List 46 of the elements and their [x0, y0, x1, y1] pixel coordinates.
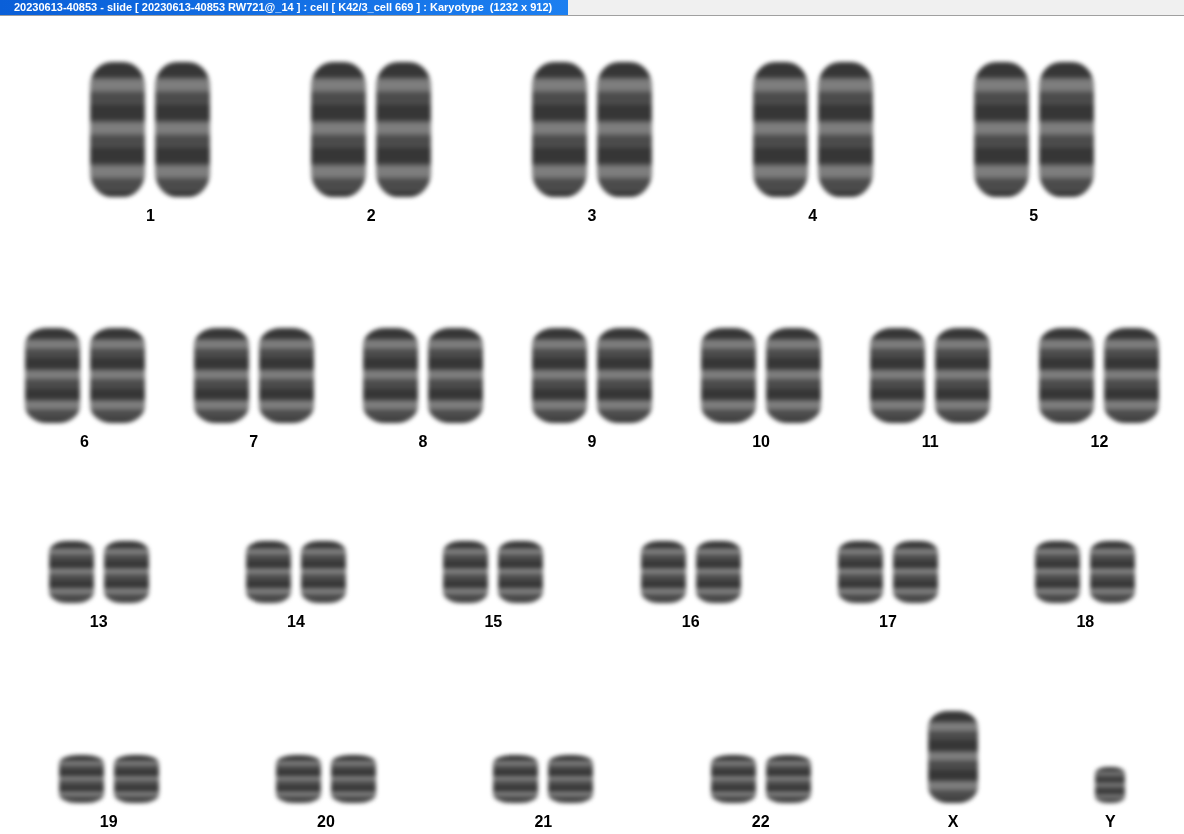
- chromosome-number: 2: [366, 207, 376, 225]
- chromosome-photo: [246, 541, 291, 603]
- chromosome-number: 5: [1029, 207, 1039, 225]
- chromosome-photo: [443, 541, 489, 603]
- chromosome-photo: [1090, 541, 1136, 603]
- chromosome-photo: [548, 755, 594, 803]
- chromosome-photo: [765, 755, 811, 803]
- chromosome-number: 21: [534, 813, 553, 831]
- chromosome-number: 18: [1076, 613, 1095, 631]
- chromosome-photo: [710, 755, 756, 803]
- chromosome-number: 1: [145, 207, 155, 225]
- chromosome-photo: [493, 755, 539, 803]
- chromosome-number: 11: [921, 433, 939, 451]
- chromosome-number: 15: [484, 613, 503, 631]
- chromosome-photo: [892, 541, 938, 603]
- chromosome-photo: [103, 541, 149, 603]
- chromosome-photo: [837, 541, 883, 603]
- chromosome-number: 8: [418, 433, 428, 451]
- chromosome-photo: [58, 755, 104, 803]
- chromosome-number: Y: [1104, 813, 1116, 831]
- chromosome-number: 10: [752, 433, 770, 451]
- chromosome-number: 13: [89, 613, 108, 631]
- chromosome-number: 16: [681, 613, 700, 631]
- chromosome-number: 4: [808, 207, 818, 225]
- window-title: 20230613-40853 - slide [ 20230613-40853 RW721@_14 ] : cell [ K42/3_cell 669 ] : Karyotype (1232 x 912): [0, 0, 569, 15]
- chromosome-number: 17: [879, 613, 897, 631]
- chromosome-photo: [301, 541, 346, 603]
- chromosome-number: 19: [99, 813, 118, 831]
- chromosome-photo: [640, 541, 686, 603]
- chromosome-photo: [48, 541, 94, 603]
- chromosome-number: 7: [249, 433, 259, 451]
- chromosome-photo: [276, 755, 321, 803]
- chromosome-number: 12: [1090, 433, 1109, 451]
- chromosome-number: 20: [317, 813, 335, 831]
- chromosome-photo: [113, 755, 159, 803]
- chromosome-photo: [331, 755, 376, 803]
- chromosome-photo: [498, 541, 544, 603]
- chromosome-number: 9: [587, 433, 597, 451]
- chromosome-photo: [1095, 767, 1126, 803]
- chromosome-number: X: [947, 813, 959, 831]
- chromosome-photo: [1035, 541, 1081, 603]
- chromosome-number: 14: [287, 613, 305, 631]
- chromosome-number: 6: [80, 433, 89, 451]
- chromosome-photo: [695, 541, 741, 603]
- chromosome-number: 3: [587, 207, 597, 225]
- chromosome-number: 22: [751, 813, 770, 831]
